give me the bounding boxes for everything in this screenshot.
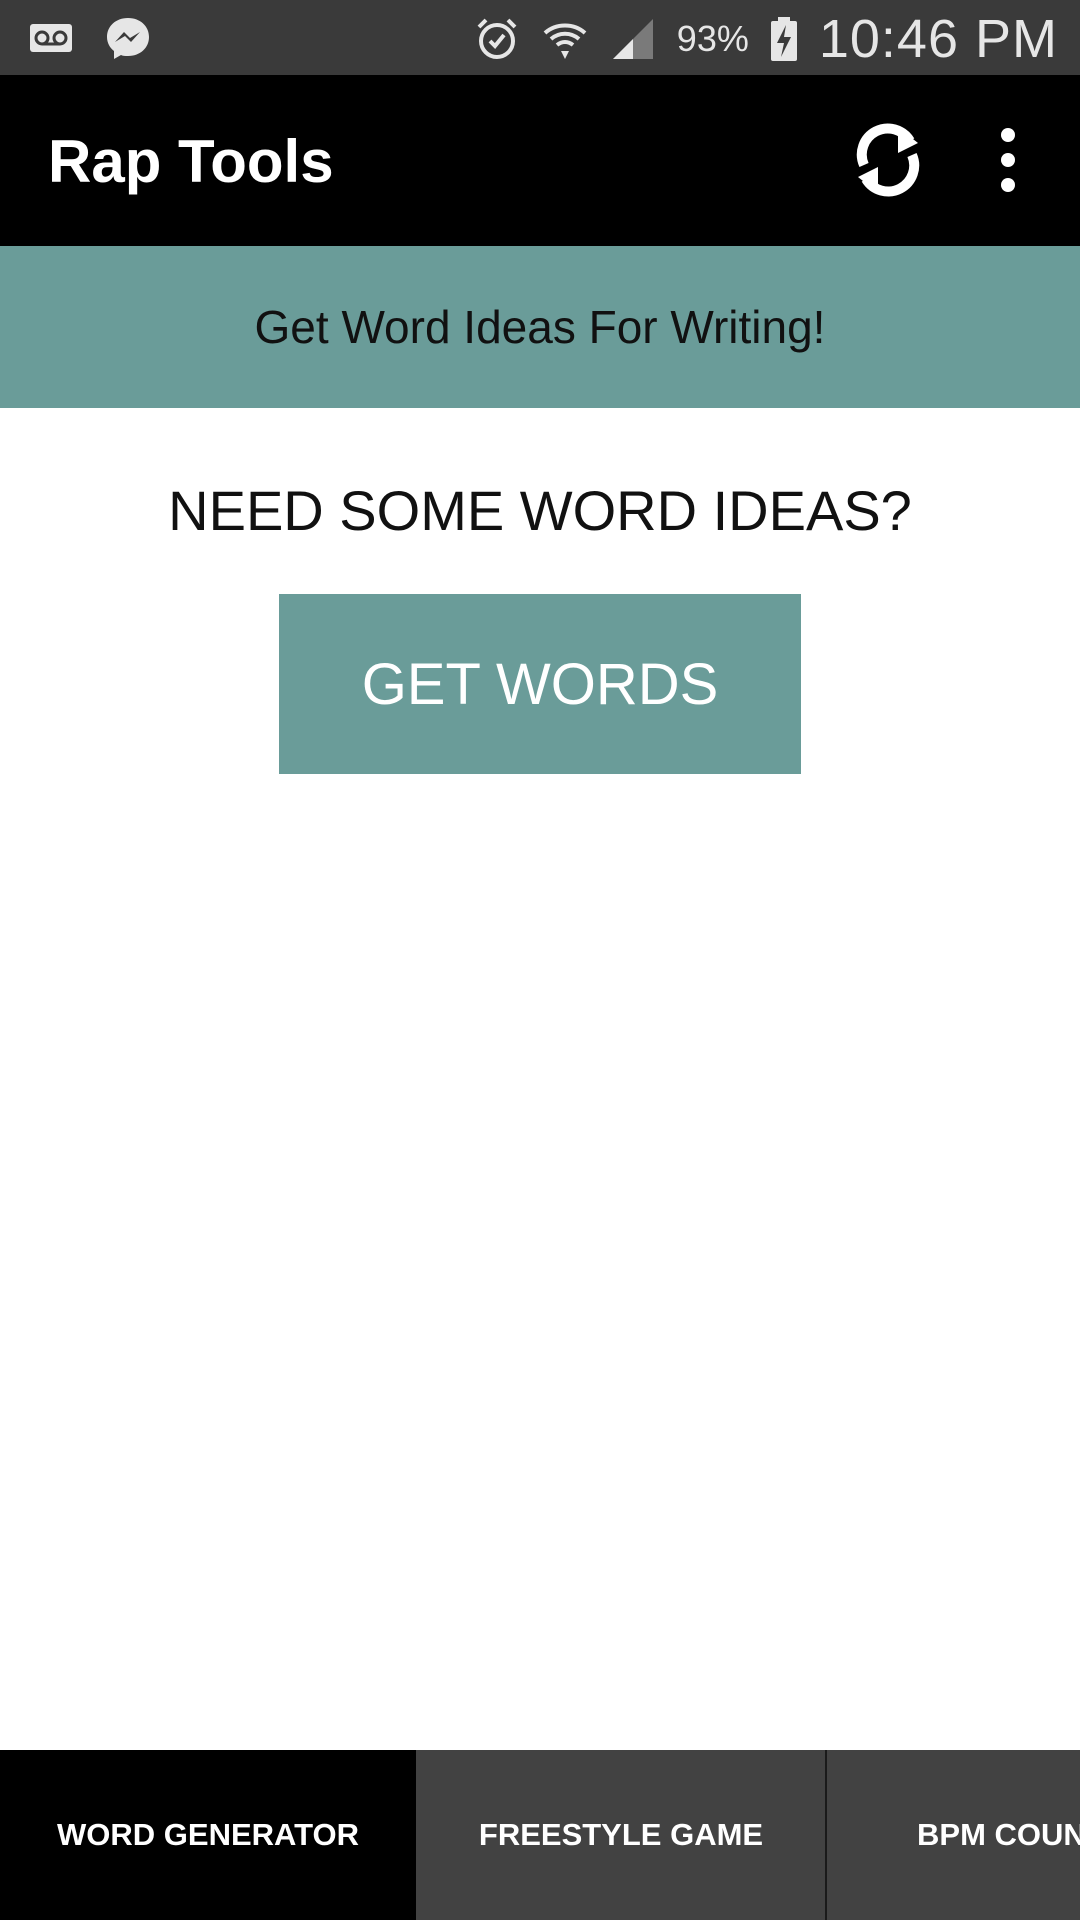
battery-percent: 93% <box>676 18 749 59</box>
app-title: Rap Tools <box>48 128 334 195</box>
get-words-button[interactable]: GET WORDS <box>279 594 801 774</box>
status-clock: 10:46 PM <box>818 9 1058 69</box>
app-bar: Rap Tools <box>0 75 1080 246</box>
tab-word-generator[interactable]: WORD GENERATOR <box>0 1750 416 1920</box>
banner-text: Get Word Ideas For Writing! <box>254 301 826 353</box>
bottom-tab-bar: WORD GENERATOR FREESTYLE GAME BPM COUNTE… <box>0 1750 1080 1920</box>
header-banner: Get Word Ideas For Writing! <box>0 246 1080 408</box>
voicemail-icon <box>28 14 76 62</box>
overflow-menu-button[interactable] <box>990 125 1026 195</box>
alarm-icon <box>473 15 521 63</box>
tab-bpm-counter[interactable]: BPM COUNTER <box>827 1750 1080 1920</box>
word-ideas-prompt: NEED SOME WORD IDEAS? <box>168 479 912 542</box>
messenger-icon <box>104 14 152 62</box>
status-bar: 93% 10:46 PM <box>0 0 1080 75</box>
refresh-icon <box>856 123 920 197</box>
wifi-icon <box>541 15 589 63</box>
tab-freestyle-game[interactable]: FREESTYLE GAME <box>416 1750 826 1920</box>
more-vert-icon <box>1001 128 1015 192</box>
status-bar-left <box>28 14 152 62</box>
refresh-button[interactable] <box>848 115 928 205</box>
battery-charging-icon <box>769 15 799 63</box>
cell-signal-icon <box>609 15 657 63</box>
status-bar-right: 93% 10:46 PM <box>473 8 1058 70</box>
